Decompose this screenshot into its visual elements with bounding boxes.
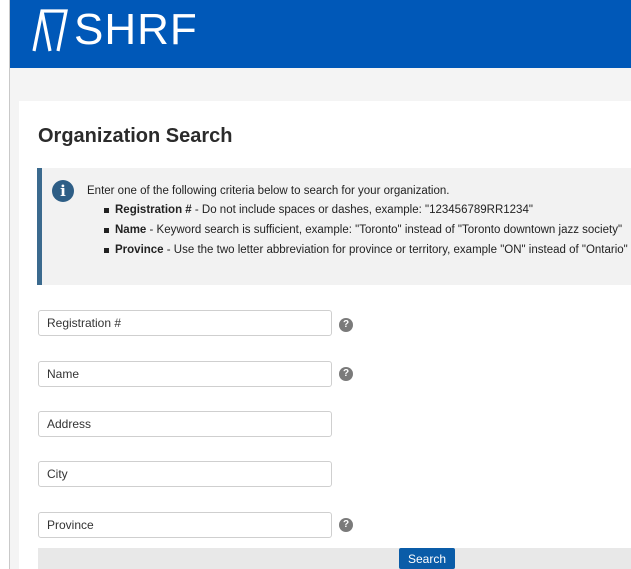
province-field[interactable] bbox=[38, 512, 332, 538]
address-field[interactable] bbox=[38, 411, 332, 437]
criteria-item-registration: Registration # - Do not include spaces o… bbox=[102, 200, 628, 220]
info-intro-text: Enter one of the following criteria belo… bbox=[87, 185, 450, 197]
question-circle-icon[interactable]: ? bbox=[339, 367, 353, 381]
info-box: i Enter one of the following criteria be… bbox=[37, 168, 631, 285]
logo-text: SHRF bbox=[74, 5, 198, 54]
city-field[interactable] bbox=[38, 461, 332, 487]
browser-page: SHRF Organization Search i Enter one of … bbox=[9, 0, 631, 569]
criteria-item-province: Province - Use the two letter abbreviati… bbox=[102, 240, 628, 260]
page-title: Organization Search bbox=[38, 125, 233, 147]
button-bar bbox=[38, 548, 631, 569]
criteria-item-name: Name - Keyword search is sufficient, exa… bbox=[102, 220, 628, 240]
question-circle-icon[interactable]: ? bbox=[339, 318, 353, 332]
question-circle-icon[interactable]: ? bbox=[339, 518, 353, 532]
criteria-list: Registration # - Do not include spaces o… bbox=[102, 200, 628, 260]
registration-field[interactable] bbox=[38, 310, 332, 336]
logo-mark-icon bbox=[32, 9, 68, 52]
info-icon: i bbox=[52, 180, 74, 202]
header-banner: SHRF bbox=[10, 0, 631, 68]
search-button[interactable]: Search bbox=[399, 548, 455, 569]
name-field[interactable] bbox=[38, 361, 332, 387]
shrf-logo[interactable]: SHRF bbox=[30, 2, 198, 58]
